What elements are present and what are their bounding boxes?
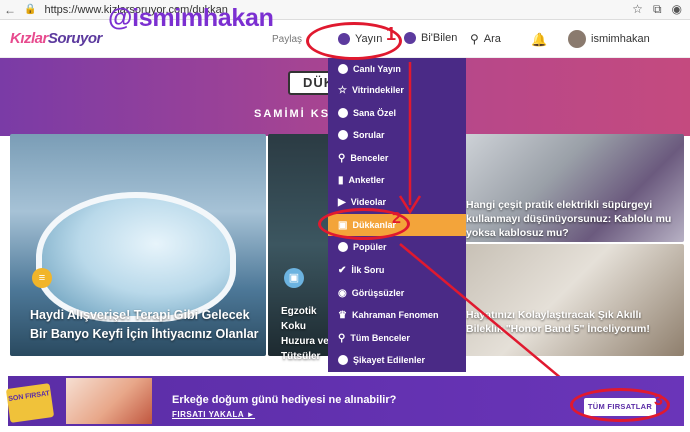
annotation-number-1: 1 [386,24,397,44]
grab-deal-link[interactable]: FIRSATI YAKALA ► [172,410,255,419]
arrow-2-to-3 [399,243,581,395]
last-chance-badge: SON FIRSAT [5,383,55,423]
banner-title[interactable]: Erkeğe doğum günü hediyesi ne alınabilir… [172,394,396,406]
banner-photo [66,378,152,424]
annotation-number-3: 3 [654,392,663,409]
page: ← 🔒 https://www.kizlarsoruyor.com/dukkan… [0,0,690,432]
annotation-number-2: 2 [392,210,401,227]
